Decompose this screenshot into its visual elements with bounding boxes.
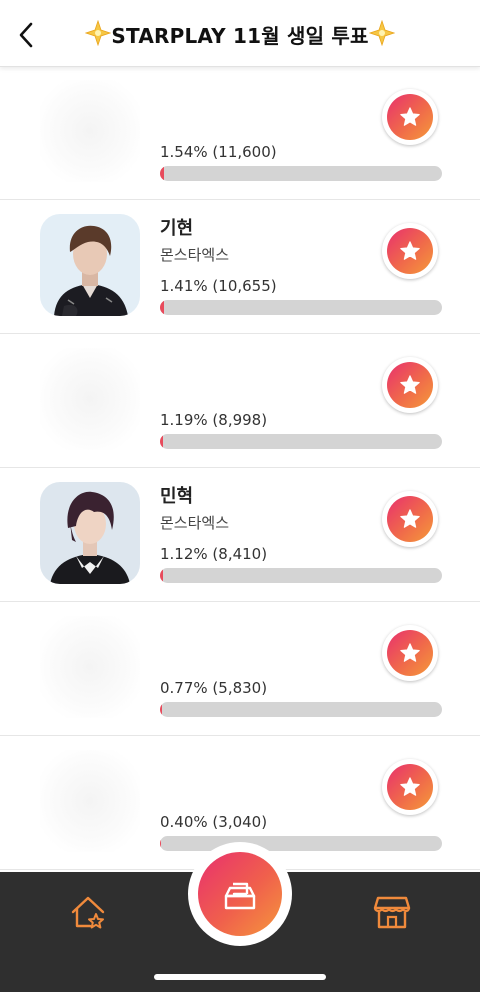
ballot-box-icon <box>224 882 256 910</box>
star-icon <box>400 509 420 528</box>
vote-button[interactable] <box>382 89 438 145</box>
vote-progress-bar <box>160 702 442 717</box>
app-header: STARPLAY 11월 생일 투표 <box>0 0 480 67</box>
candidate-row: 기현 몬스타엑스 1.41% (10,655) <box>0 200 480 334</box>
person-photo <box>40 214 140 316</box>
sparkle-star-icon <box>85 19 112 51</box>
vote-button[interactable] <box>382 625 438 681</box>
candidate-photo <box>40 616 140 718</box>
candidate-row: 1.19% (8,998) <box>0 334 480 468</box>
page-title: STARPLAY 11월 생일 투표 <box>60 19 420 51</box>
candidate-photo <box>40 348 140 450</box>
candidate-percent: 0.77% (5,830) <box>160 679 268 697</box>
star-icon <box>400 107 420 126</box>
candidate-photo <box>40 482 140 584</box>
candidate-percent: 0.40% (3,040) <box>160 813 268 831</box>
vote-button[interactable] <box>382 759 438 815</box>
candidate-name: 기현 <box>160 218 194 239</box>
candidate-photo <box>40 80 140 182</box>
vote-progress-fill <box>160 702 163 717</box>
home-indicator <box>154 974 326 980</box>
vote-progress-fill <box>160 166 165 181</box>
candidate-percent: 1.12% (8,410) <box>160 545 268 563</box>
candidate-name: 민혁 <box>160 486 194 507</box>
chevron-left-icon <box>19 22 33 48</box>
sparkle-star-icon <box>368 19 395 51</box>
person-photo <box>40 482 140 584</box>
candidate-photo <box>40 750 140 852</box>
star-icon <box>400 643 420 662</box>
vote-progress-fill <box>160 568 164 583</box>
vote-progress-bar <box>160 300 442 315</box>
star-icon <box>400 777 420 796</box>
candidate-percent: 1.19% (8,998) <box>160 411 268 429</box>
ballot-box-button[interactable] <box>198 852 282 936</box>
star-icon <box>400 241 420 260</box>
vote-button[interactable] <box>382 491 438 547</box>
candidate-row: 민혁 몬스타엑스 1.12% (8,410) <box>0 468 480 602</box>
candidate-row: 1.54% (11,600) <box>0 66 480 200</box>
candidate-row: 0.77% (5,830) <box>0 602 480 736</box>
candidate-percent: 1.41% (10,655) <box>160 277 277 295</box>
store-icon[interactable] <box>372 892 412 932</box>
vote-progress-fill <box>160 300 164 315</box>
page-title-text: STARPLAY 11월 생일 투표 <box>111 24 369 48</box>
candidate-group: 몬스타엑스 <box>160 514 230 532</box>
vote-progress-fill <box>160 434 164 449</box>
home-star-icon[interactable] <box>68 892 108 932</box>
back-button[interactable] <box>12 18 40 52</box>
star-icon <box>400 375 420 394</box>
vote-progress-bar <box>160 166 442 181</box>
vote-progress-bar <box>160 568 442 583</box>
vote-progress-bar <box>160 836 442 851</box>
candidate-percent: 1.54% (11,600) <box>160 143 277 161</box>
vote-progress-fill <box>160 836 162 851</box>
candidate-list: 1.54% (11,600) 기현 몬스타엑스 1.41% (10,655) 1… <box>0 66 480 870</box>
candidate-photo <box>40 214 140 316</box>
vote-button[interactable] <box>382 357 438 413</box>
candidate-group: 몬스타엑스 <box>160 246 230 264</box>
vote-button[interactable] <box>382 223 438 279</box>
vote-progress-bar <box>160 434 442 449</box>
